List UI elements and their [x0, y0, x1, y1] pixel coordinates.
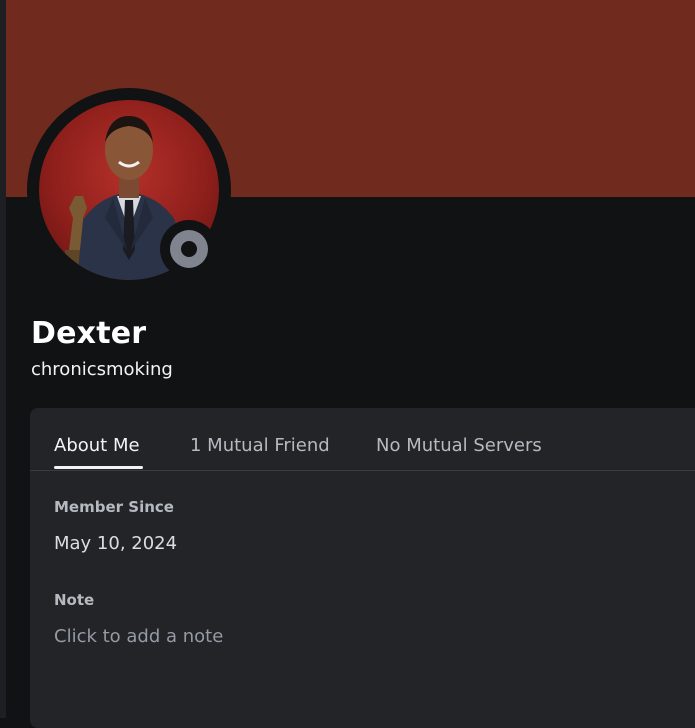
tab-mutual-servers[interactable]: No Mutual Servers — [376, 434, 542, 458]
tab-about-me[interactable]: About Me — [54, 434, 140, 458]
member-since-title: Member Since — [54, 498, 174, 516]
note-input[interactable]: Click to add a note — [54, 625, 654, 651]
offline-status-icon — [170, 230, 208, 268]
profile-info-panel: About Me 1 Mutual Friend No Mutual Serve… — [30, 408, 695, 728]
active-tab-indicator — [54, 466, 143, 469]
profile-tabs: About Me 1 Mutual Friend No Mutual Serve… — [30, 408, 695, 471]
note-title: Note — [54, 591, 95, 609]
tab-mutual-friends[interactable]: 1 Mutual Friend — [190, 434, 330, 458]
username: chronicsmoking — [31, 359, 173, 380]
status-indicator — [160, 220, 218, 278]
member-since-value: May 10, 2024 — [54, 533, 178, 554]
display-name: Dexter — [31, 316, 147, 351]
